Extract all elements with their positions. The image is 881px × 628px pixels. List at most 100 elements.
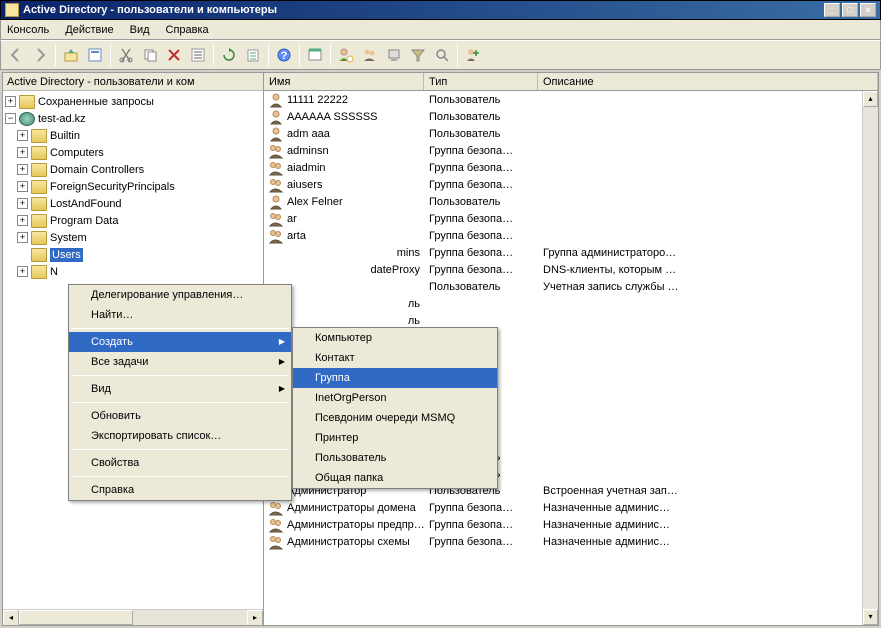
ctx-export[interactable]: Экспортировать список… <box>69 426 291 446</box>
list-header: Имя Тип Описание <box>264 73 878 91</box>
ctx-new-printer[interactable]: Принтер <box>293 428 497 448</box>
row-desc: Назначенные админис… <box>538 536 878 548</box>
scroll-up-button[interactable]: ▴ <box>863 91 878 107</box>
row-name-tail: ль <box>408 315 420 327</box>
row-name: 11111 22222 <box>287 94 348 106</box>
tree-users[interactable]: Users <box>3 246 263 263</box>
col-desc[interactable]: Описание <box>538 73 878 90</box>
user-icon <box>268 109 284 125</box>
list-row[interactable]: ль <box>264 295 878 312</box>
list-row[interactable]: AAAAAA SSSSSSПользователь <box>264 108 878 125</box>
menu-view[interactable]: Вид <box>128 22 152 38</box>
row-name: Администраторы домена <box>287 502 416 514</box>
list-row[interactable]: adm aaaПользователь <box>264 125 878 142</box>
row-desc: DNS-клиенты, которым … <box>538 264 878 276</box>
list-row[interactable]: adminsnГруппа безопа… <box>264 142 878 159</box>
row-name-tail: ль <box>408 298 420 310</box>
export-button[interactable] <box>242 44 264 66</box>
new-user-button[interactable] <box>335 44 357 66</box>
list-row[interactable]: artaГруппа безопа… <box>264 227 878 244</box>
ctx-new-inetorgperson[interactable]: InetOrgPerson <box>293 388 497 408</box>
find-button[interactable] <box>304 44 326 66</box>
copy-button[interactable] <box>139 44 161 66</box>
row-desc: Группа администраторо… <box>538 247 878 259</box>
tree-domain-controllers[interactable]: +Domain Controllers <box>3 161 263 178</box>
new-computer-button[interactable] <box>383 44 405 66</box>
group-icon <box>268 534 284 550</box>
tree-computers[interactable]: +Computers <box>3 144 263 161</box>
list-row[interactable]: dateProxyГруппа безопа…DNS-клиенты, кото… <box>264 261 878 278</box>
ctx-new-computer[interactable]: Компьютер <box>293 328 497 348</box>
ctx-new-contact[interactable]: Контакт <box>293 348 497 368</box>
row-name: adminsn <box>287 145 329 157</box>
ctx-new-sharedfolder[interactable]: Общая папка <box>293 468 497 488</box>
ctx-alltasks[interactable]: Все задачи▶ <box>69 352 291 372</box>
row-type: Группа безопа… <box>424 179 538 191</box>
ctx-view[interactable]: Вид▶ <box>69 379 291 399</box>
col-type[interactable]: Тип <box>424 73 538 90</box>
titlebar: Active Directory - пользователи и компью… <box>0 0 881 20</box>
tree-builtin[interactable]: +Builtin <box>3 127 263 144</box>
list-row[interactable]: aiusersГруппа безопа… <box>264 176 878 193</box>
tree-saved-queries[interactable]: +Сохраненные запросы <box>3 93 263 110</box>
ctx-new-group[interactable]: Группа <box>293 368 497 388</box>
maximize-button[interactable]: □ <box>842 3 858 17</box>
tree-system[interactable]: +System <box>3 229 263 246</box>
forward-button[interactable] <box>29 44 51 66</box>
cut-button[interactable] <box>115 44 137 66</box>
ctx-props[interactable]: Свойства <box>69 453 291 473</box>
tree-fsp[interactable]: +ForeignSecurityPrincipals <box>3 178 263 195</box>
ctx-create[interactable]: Создать▶ <box>69 332 291 352</box>
properties-button[interactable] <box>84 44 106 66</box>
list-row[interactable]: Администраторы предпр…Группа безопа…Назн… <box>264 516 878 533</box>
new-group-button[interactable] <box>359 44 381 66</box>
list-row[interactable]: Администраторы схемыГруппа безопа…Назнач… <box>264 533 878 550</box>
tree-lostandfound[interactable]: +LostAndFound <box>3 195 263 212</box>
list-row[interactable]: aiadminГруппа безопа… <box>264 159 878 176</box>
row-name: ar <box>287 213 297 225</box>
properties2-button[interactable] <box>187 44 209 66</box>
up-button[interactable] <box>60 44 82 66</box>
menubar: Консоль Действие Вид Справка <box>0 20 881 40</box>
row-name: arta <box>287 230 306 242</box>
find2-button[interactable] <box>431 44 453 66</box>
row-name: Администраторы схемы <box>287 536 410 548</box>
minimize-button[interactable]: _ <box>824 3 840 17</box>
menu-help[interactable]: Справка <box>164 22 211 38</box>
scroll-left-button[interactable]: ◂ <box>3 610 19 626</box>
help-button[interactable]: ? <box>273 44 295 66</box>
list-row[interactable]: 11111 22222Пользователь <box>264 91 878 108</box>
menu-action[interactable]: Действие <box>63 22 115 38</box>
window-title: Active Directory - пользователи и компью… <box>23 4 277 16</box>
ctx-help[interactable]: Справка <box>69 480 291 500</box>
tree-header[interactable]: Active Directory - пользователи и ком <box>3 73 263 91</box>
list-row[interactable]: Администраторы доменаГруппа безопа…Назна… <box>264 499 878 516</box>
svg-text:?: ? <box>281 50 288 62</box>
ctx-new-user[interactable]: Пользователь <box>293 448 497 468</box>
list-scrollbar-v[interactable]: ▴ ▾ <box>862 91 878 625</box>
menu-console[interactable]: Консоль <box>5 22 51 38</box>
tree-domain[interactable]: −test-ad.kz <box>3 110 263 127</box>
ctx-find[interactable]: Найти… <box>69 305 291 325</box>
ctx-refresh[interactable]: Обновить <box>69 406 291 426</box>
add-user-button[interactable] <box>462 44 484 66</box>
ctx-delegate[interactable]: Делегирование управления… <box>69 285 291 305</box>
close-button[interactable]: × <box>860 3 876 17</box>
user-icon <box>268 194 284 210</box>
back-button[interactable] <box>5 44 27 66</box>
ctx-new-msmq[interactable]: Псевдоним очереди MSMQ <box>293 408 497 428</box>
list-row[interactable]: ПользовательУчетная запись службы … <box>264 278 878 295</box>
tree-n[interactable]: +N <box>3 263 263 280</box>
tree-scrollbar-h[interactable]: ◂ ▸ <box>3 609 263 625</box>
col-name[interactable]: Имя <box>264 73 424 90</box>
list-row[interactable]: Alex FelnerПользователь <box>264 193 878 210</box>
toolbar: ? <box>0 40 881 70</box>
tree-programdata[interactable]: +Program Data <box>3 212 263 229</box>
refresh-button[interactable] <box>218 44 240 66</box>
list-row[interactable]: arГруппа безопа… <box>264 210 878 227</box>
scroll-down-button[interactable]: ▾ <box>863 609 878 625</box>
scroll-right-button[interactable]: ▸ <box>247 610 263 626</box>
delete-button[interactable] <box>163 44 185 66</box>
filter-button[interactable] <box>407 44 429 66</box>
list-row[interactable]: minsГруппа безопа…Группа администраторо… <box>264 244 878 261</box>
